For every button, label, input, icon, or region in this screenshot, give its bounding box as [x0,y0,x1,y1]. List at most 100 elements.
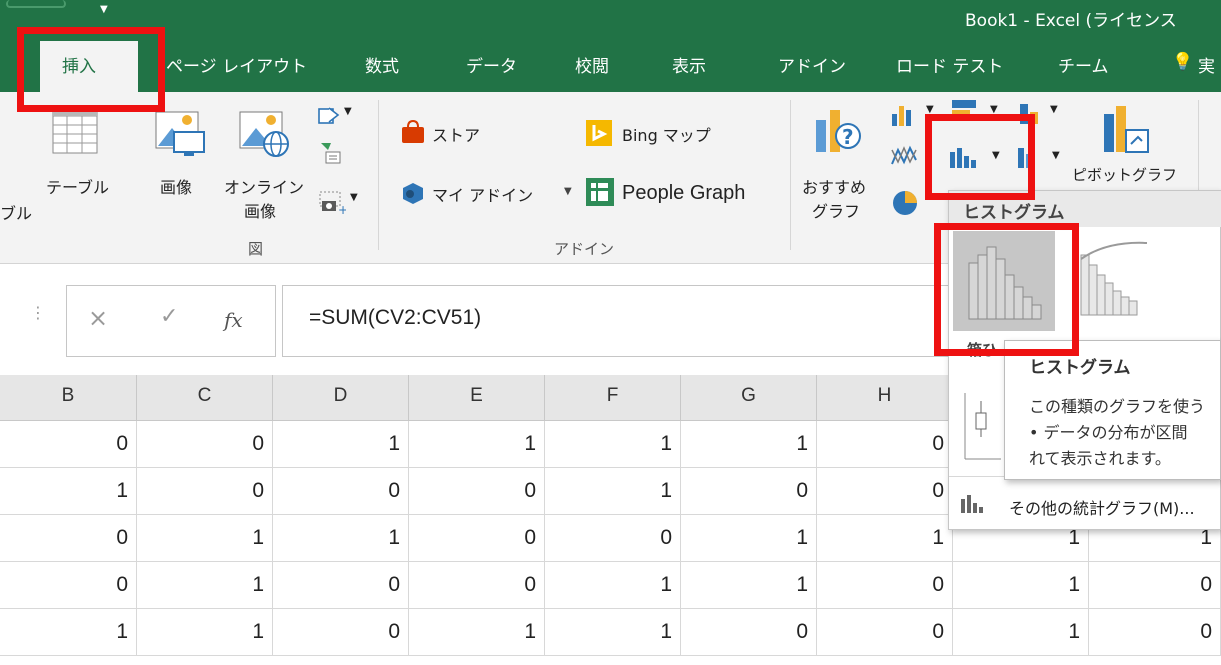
grid-cell[interactable]: 0 [0,562,137,609]
grid-cell[interactable]: 0 [681,609,817,656]
grid-cell[interactable]: 0 [409,515,545,562]
tooltip-title: ヒストグラム [1029,358,1131,378]
grid-cell[interactable]: 1 [137,515,273,562]
tab-formulas[interactable]: 数式 [365,52,399,77]
bing-icon[interactable] [586,120,612,146]
grid-cell[interactable]: 1 [273,515,409,562]
enter-icon[interactable]: ✓ [160,304,178,329]
recommended-charts-icon[interactable]: ? [812,106,866,162]
grid-cell[interactable]: 1 [273,421,409,468]
shapes-icon[interactable] [316,104,342,130]
tab-page-layout[interactable]: ページ レイアウト [166,52,307,77]
lightbulb-icon[interactable]: 💡 [1172,52,1193,72]
grid-cell[interactable]: 1 [545,562,681,609]
column-header-c[interactable]: C [137,375,273,421]
table-button-label-cut[interactable]: ブル [0,200,32,224]
grid-cell[interactable]: 1 [953,609,1089,656]
tab-data[interactable]: データ [466,52,517,77]
grid-cell[interactable]: 0 [817,562,953,609]
image-button-label[interactable]: 画像 [160,174,192,198]
grid-cell[interactable]: 0 [1089,609,1221,656]
online-picture-icon[interactable] [238,106,294,162]
grid-cell[interactable]: 0 [1089,562,1221,609]
pivot-chart-icon[interactable] [1100,104,1160,162]
column-header-e[interactable]: E [409,375,545,421]
table-button-label[interactable]: テーブル [46,174,109,198]
grid-cell[interactable]: 1 [545,609,681,656]
grid-cell[interactable]: 1 [409,421,545,468]
grid-cell[interactable]: 1 [0,468,137,515]
cancel-icon[interactable]: × [88,304,108,332]
grid-cell[interactable]: 0 [0,515,137,562]
grid-cell[interactable]: 0 [137,421,273,468]
grid-cell[interactable]: 1 [409,609,545,656]
combo-chart-dropdown-icon[interactable]: ▼ [1052,150,1060,161]
grid-cell[interactable]: 1 [681,421,817,468]
quick-access-dropdown-icon[interactable]: ▼ [100,4,108,15]
picture-icon[interactable] [154,106,210,162]
online-image-label-2[interactable]: 画像 [244,198,276,222]
recommended-charts-label-2[interactable]: グラフ [812,198,860,222]
grid-cell[interactable]: 0 [817,609,953,656]
highlight-statistic-chart-button [925,114,1035,200]
store-button-label[interactable]: ストア [432,122,480,146]
shapes-dropdown-icon[interactable]: ▼ [344,106,352,117]
grid-cell[interactable]: 1 [953,562,1089,609]
tab-review[interactable]: 校閲 [575,52,609,77]
people-graph-icon[interactable] [586,178,614,206]
column-header-b[interactable]: B [0,375,137,421]
pareto-chart-option[interactable] [1077,235,1167,327]
grid-cell[interactable]: 1 [0,609,137,656]
grid-cell[interactable]: 0 [681,468,817,515]
bing-maps-button-label[interactable]: Bing マップ [622,122,711,146]
grid-cell[interactable]: 0 [817,421,953,468]
pie-chart-icon[interactable] [890,188,920,218]
grid-cell[interactable]: 0 [273,609,409,656]
my-addins-icon[interactable] [400,180,426,206]
grid-cell[interactable]: 0 [545,515,681,562]
my-addins-dropdown-icon[interactable]: ▼ [564,186,572,197]
grid-cell[interactable]: 0 [273,562,409,609]
column-header-g[interactable]: G [681,375,817,421]
quick-access-toolbar[interactable] [6,0,66,8]
grid-cell[interactable]: 1 [817,515,953,562]
formula-bar-grip-icon[interactable]: ⋮ [30,303,46,322]
tab-team[interactable]: チーム [1058,52,1109,77]
table-icon[interactable] [52,106,98,154]
grid-cell[interactable]: 1 [137,562,273,609]
more-statistic-charts-link[interactable]: その他の統計グラフ(M)... [1009,495,1195,519]
grid-cell[interactable]: 1 [545,468,681,515]
smartart-icon[interactable] [318,140,344,166]
screenshot-icon[interactable]: + [318,188,346,216]
column-chart-icon[interactable] [890,102,924,128]
hierarchy-chart-dropdown-icon[interactable]: ▼ [1050,104,1058,115]
column-header-d[interactable]: D [273,375,409,421]
tab-view[interactable]: 表示 [672,52,706,77]
tab-load-test[interactable]: ロード テスト [896,52,1003,77]
store-icon[interactable] [400,120,426,144]
screenshot-dropdown-icon[interactable]: ▼ [350,192,358,203]
grid-cell[interactable]: 0 [273,468,409,515]
recommended-charts-label-1[interactable]: おすすめ [802,174,866,198]
box-whisker-icon[interactable] [963,391,1003,461]
people-graph-button-label[interactable]: People Graph [622,182,745,205]
grid-cell[interactable]: 0 [817,468,953,515]
online-image-label-1[interactable]: オンライン [224,174,304,198]
grid-cell[interactable]: 0 [0,421,137,468]
column-header-f[interactable]: F [545,375,681,421]
grid-cell[interactable]: 1 [137,609,273,656]
pivot-chart-label[interactable]: ピボットグラフ [1072,164,1177,185]
tab-tell-me[interactable]: 実 [1198,52,1215,77]
tab-addins[interactable]: アドイン [778,52,846,77]
grid-cell[interactable]: 0 [409,562,545,609]
grid-cell[interactable]: 1 [681,515,817,562]
grid-cell[interactable]: 0 [137,468,273,515]
histogram-tooltip: ヒストグラム この種類のグラフを使う • データの分布が区間 れて表示されます。 [1004,340,1221,480]
insert-function-icon[interactable]: fx [224,308,243,332]
grid-cell[interactable]: 1 [545,421,681,468]
column-header-h[interactable]: H [817,375,953,421]
grid-cell[interactable]: 1 [681,562,817,609]
my-addins-button-label[interactable]: マイ アドイン [432,182,533,206]
grid-cell[interactable]: 0 [409,468,545,515]
line-chart-icon[interactable] [890,142,922,168]
